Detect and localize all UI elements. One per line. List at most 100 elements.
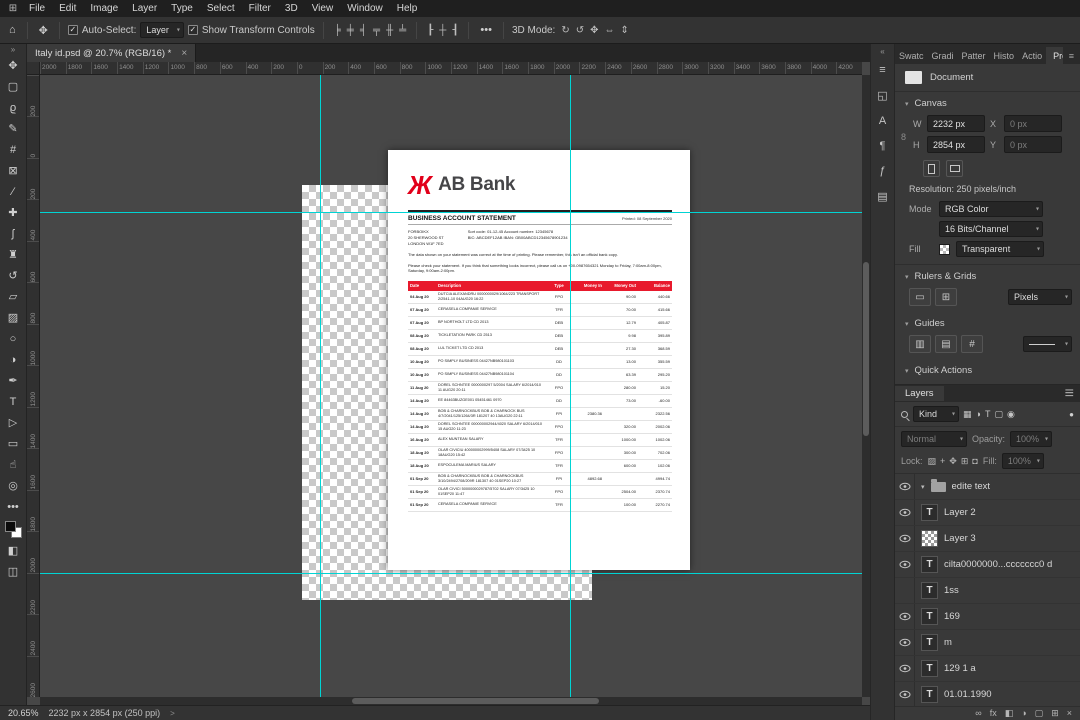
crop-tool[interactable]: # (2, 139, 25, 160)
align-center-horizontal-icon[interactable]: ╪ (345, 25, 356, 36)
visibility-eye-icon[interactable] (895, 578, 915, 603)
visibility-eye-icon[interactable] (895, 552, 915, 577)
zoom-level[interactable]: 20.65% (8, 708, 39, 718)
auto-select-checkbox[interactable] (68, 25, 78, 35)
path-selection-tool[interactable]: ▷ (2, 412, 25, 433)
visibility-eye-icon[interactable] (895, 682, 915, 706)
layers-menu-icon[interactable]: ≡ (1065, 385, 1080, 403)
show-transform-checkbox[interactable] (188, 25, 198, 35)
canvas-section-header[interactable]: Canvas (895, 92, 1080, 113)
visibility-eye-icon[interactable] (895, 526, 915, 551)
clone-stamp-tool[interactable]: ♜ (2, 244, 25, 265)
align-left-icon[interactable]: ╞ (332, 25, 343, 36)
status-chevron-icon[interactable]: > (170, 709, 175, 718)
guide-vertical[interactable] (320, 75, 321, 697)
layer-row[interactable]: 169 (895, 604, 1080, 630)
constrain-link-icon[interactable]: 8 (901, 132, 906, 142)
visibility-eye-icon[interactable] (895, 604, 915, 629)
visibility-eye-icon[interactable] (895, 630, 915, 655)
quick-actions-section-header[interactable]: Quick Actions (895, 359, 1080, 380)
slide-3d-icon[interactable]: ⇔ (603, 25, 617, 36)
lock-all-icon[interactable]: ◘ (972, 456, 977, 467)
close-tab-icon[interactable]: × (181, 48, 187, 59)
align-top-icon[interactable]: ╤ (371, 25, 382, 36)
pixel-filter-icon[interactable]: ▦ (963, 409, 972, 420)
scrollbar-thumb[interactable] (352, 698, 599, 704)
foreground-background-colors[interactable] (5, 521, 22, 538)
drag-3d-icon[interactable]: ✥ (588, 25, 600, 36)
toolbar-collapse-icon[interactable]: » (11, 45, 15, 55)
vertical-ruler[interactable]: 2000200400600800100012001400160018002000… (27, 75, 40, 697)
lock-artboard-icon[interactable]: ⊞ (961, 456, 969, 467)
height-field[interactable]: 2854 px (927, 136, 985, 153)
frame-tool[interactable]: ⊠ (2, 160, 25, 181)
fill-opacity-select[interactable]: 100% (1002, 453, 1044, 469)
shape-filter-icon[interactable]: ▢ (994, 409, 1003, 420)
scrollbar-thumb[interactable] (863, 262, 869, 436)
lock-pixels-icon[interactable]: + (940, 456, 945, 467)
glyphs-panel-icon[interactable]: ƒ (879, 165, 885, 177)
align-bottom-icon[interactable]: ╧ (397, 25, 408, 36)
scale-3d-icon[interactable]: ⇕ (619, 25, 631, 36)
filter-toggle-icon[interactable]: ● (1069, 410, 1074, 419)
ruler-toggle-icon[interactable]: ▭ (909, 288, 931, 306)
blend-mode-select[interactable]: Normal (901, 431, 967, 447)
menu-item[interactable]: Edit (52, 0, 83, 17)
panel-menu-icon[interactable]: ≡ (1063, 51, 1080, 64)
move-tool[interactable]: ✥ (2, 55, 25, 76)
panel-tab[interactable]: Swatc (895, 47, 928, 64)
guide-horizontal[interactable] (40, 212, 862, 213)
panel-tab[interactable]: Actio (1018, 47, 1046, 64)
type-filter-icon[interactable]: T (985, 409, 991, 419)
character-panel-icon[interactable]: A (879, 115, 886, 127)
adjustment-layer-icon[interactable]: ◑ (1021, 709, 1026, 718)
vertical-scrollbar[interactable] (862, 75, 870, 697)
delete-layer-icon[interactable]: × (1067, 709, 1072, 718)
distribute-right-icon[interactable]: ┨ (450, 25, 460, 36)
menu-item[interactable]: Image (83, 0, 125, 17)
menu-item[interactable]: Window (340, 0, 390, 17)
guide-columns-icon[interactable]: ▤ (935, 335, 957, 353)
properties-panel-icon[interactable]: ≡ (879, 64, 885, 76)
eraser-tool[interactable]: ▱ (2, 286, 25, 307)
auto-select-target-select[interactable]: Layer (140, 22, 184, 38)
layers-panel-tab[interactable]: Layers (895, 386, 944, 401)
align-right-icon[interactable]: ╡ (358, 25, 369, 36)
horizontal-ruler[interactable]: 2000180016001400120010008006004002000200… (40, 62, 862, 75)
group-caret-icon[interactable] (921, 483, 925, 491)
layer-row[interactable]: cilta0000000...ccccccc0 d (895, 552, 1080, 578)
layer-row[interactable]: 129 1 a (895, 656, 1080, 682)
layer-style-icon[interactable]: fx (990, 709, 997, 718)
canvas-viewport[interactable]: Ж AB Bank BUSINESS ACCOUNT STATEMENT Pri… (40, 75, 862, 697)
orbit-3d-icon[interactable]: ↻ (559, 25, 571, 36)
panel-tab[interactable]: Gradi (928, 47, 958, 64)
layer-row[interactable]: 01.01.1990 (895, 682, 1080, 706)
filter-kind-select[interactable]: Kind (913, 406, 959, 422)
distribute-center-icon[interactable]: ┼ (437, 25, 448, 36)
layer-row[interactable]: edite text (895, 474, 1080, 500)
menu-item[interactable]: Help (390, 0, 425, 17)
portrait-orientation-icon[interactable] (923, 160, 940, 177)
align-middle-icon[interactable]: ╫ (384, 25, 395, 36)
document-tab[interactable]: Italy id.psd @ 20.7% (RGB/16) * × (27, 44, 196, 62)
zoom-tool[interactable]: ◎ (2, 475, 25, 496)
more-options-icon[interactable]: ••• (477, 24, 495, 36)
lock-transparent-icon[interactable]: ▨ (928, 456, 937, 467)
fill-select[interactable]: Transparent (956, 241, 1044, 257)
layer-row[interactable]: Layer 2 (895, 500, 1080, 526)
landscape-orientation-icon[interactable] (946, 160, 963, 177)
brush-tool[interactable]: ʃ (2, 223, 25, 244)
foreground-color-swatch[interactable] (5, 521, 16, 532)
lock-position-icon[interactable]: ✥ (949, 456, 957, 467)
dodge-tool[interactable]: ◑ (2, 349, 25, 370)
clone-source-panel-icon[interactable]: ◱ (877, 89, 887, 102)
panel-tab[interactable]: Histo (990, 47, 1019, 64)
healing-brush-tool[interactable]: ✚ (2, 202, 25, 223)
eyedropper-tool[interactable]: ∕ (2, 181, 25, 202)
menu-item[interactable]: File (22, 0, 52, 17)
pen-tool[interactable]: ✒ (2, 370, 25, 391)
layer-mask-icon[interactable]: ◧ (1005, 709, 1014, 718)
new-layer-icon[interactable]: ⊞ (1051, 709, 1059, 718)
smart-object-filter-icon[interactable]: ◉ (1007, 409, 1015, 420)
type-tool[interactable]: T (2, 391, 25, 412)
